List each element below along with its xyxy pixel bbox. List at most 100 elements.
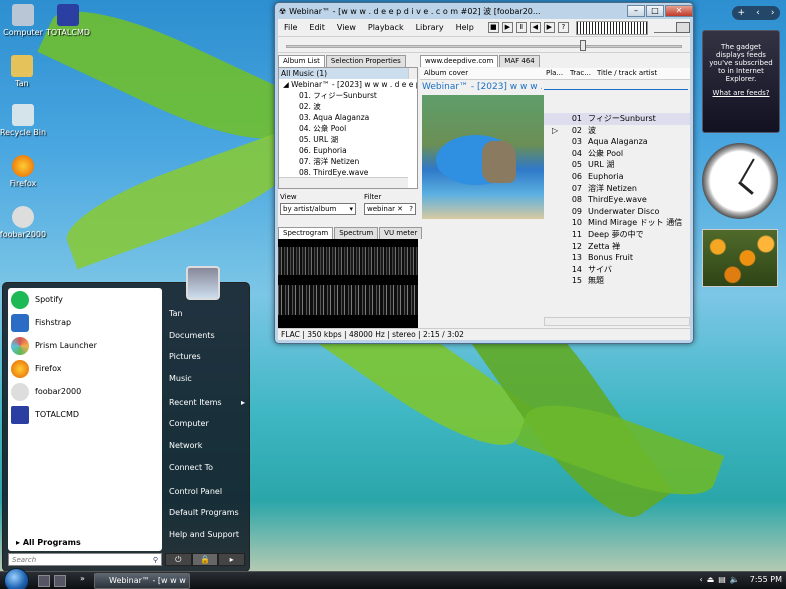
seekbar[interactable]	[278, 37, 690, 53]
program-spotify[interactable]: Spotify	[8, 288, 162, 311]
chevron-left-icon[interactable]: ‹	[756, 8, 760, 18]
table-row[interactable]: 03 Aqua Alaganza	[544, 136, 690, 148]
stop-icon[interactable]: ■	[487, 22, 499, 33]
view-dropdown[interactable]: by artist/album ▾	[280, 203, 356, 215]
previous-icon[interactable]: ◀	[529, 22, 541, 33]
column-playing[interactable]: Pla...	[546, 69, 563, 77]
tray-clock[interactable]: 7:55 PM	[750, 575, 782, 584]
start-item-default-programs[interactable]: Default Programs	[165, 502, 249, 524]
menu-playback[interactable]: Playback	[362, 23, 410, 32]
playlist-horizontal-scrollbar[interactable]	[544, 317, 690, 326]
column-album-cover[interactable]: Album cover	[424, 69, 468, 77]
start-item-music[interactable]: Music	[165, 368, 249, 390]
clear-icon[interactable]: ✕	[397, 204, 403, 215]
help-icon[interactable]: ?	[409, 204, 413, 215]
tree-item[interactable]: 02. 波	[279, 101, 417, 112]
start-item-user[interactable]: Tan	[165, 303, 249, 325]
menu-view[interactable]: View	[331, 23, 362, 32]
desktop-icon-foobar2000[interactable]: foobar2000	[0, 206, 53, 239]
table-row[interactable]: 09 Underwater Disco	[544, 206, 690, 218]
quick-launch-overflow-icon[interactable]: »	[80, 574, 85, 583]
volume-thumb[interactable]	[676, 21, 690, 33]
foobar-titlebar[interactable]: ☢ Webinar™ - [w w w . d e e p d i v e . …	[275, 3, 693, 19]
menu-file[interactable]: File	[278, 23, 303, 32]
tree-item[interactable]: 05. URL 湖	[279, 134, 417, 145]
seek-track[interactable]	[286, 45, 682, 48]
table-row[interactable]: 13 Bonus Fruit	[544, 252, 690, 264]
minimize-button[interactable]: –	[627, 5, 645, 17]
desktop-icon-totalcmd[interactable]: TOTALCMD	[38, 4, 98, 37]
program-foobar2000[interactable]: foobar2000	[8, 380, 162, 403]
table-row[interactable]: 15 無題	[544, 275, 690, 287]
foobar-window[interactable]: ☢ Webinar™ - [w w w . d e e p d i v e . …	[274, 2, 694, 344]
power-options-arrow-icon[interactable]: ▸	[218, 553, 246, 566]
feed-help-link[interactable]: What are feeds?	[707, 89, 775, 97]
column-title[interactable]: Title / track artist	[597, 69, 657, 77]
power-icon[interactable]: ⏻	[165, 553, 192, 566]
expand-icon[interactable]: ◢	[283, 80, 291, 89]
tab-spectrogram[interactable]: Spectrogram	[278, 227, 334, 239]
program-firefox[interactable]: Firefox	[8, 357, 162, 380]
tree-vertical-scrollbar[interactable]	[408, 68, 417, 79]
chevron-left-icon[interactable]: ‹	[699, 575, 702, 584]
tree-item[interactable]: 04. 公衆 Pool	[279, 123, 417, 134]
table-row[interactable]: 08 ThirdEye.wave	[544, 194, 690, 206]
start-item-computer[interactable]: Computer	[165, 413, 249, 435]
table-row[interactable]: 14 サイバ	[544, 264, 690, 276]
filter-input[interactable]: webinar ✕?	[364, 203, 416, 215]
play-icon[interactable]: ▶	[501, 22, 513, 33]
program-prism-launcher[interactable]: Prism Launcher	[8, 334, 162, 357]
volume-slider[interactable]	[653, 21, 690, 33]
start-item-help-and-support[interactable]: Help and Support	[165, 524, 249, 546]
start-item-connect-to[interactable]: Connect To	[165, 457, 249, 479]
table-row[interactable]: 04 公衆 Pool	[544, 148, 690, 160]
start-button[interactable]	[4, 568, 29, 589]
table-row[interactable]: 10 Mind Mirage ドット 通信	[544, 217, 690, 229]
safely-remove-icon[interactable]: ⏏	[707, 575, 715, 584]
table-row[interactable]: 07 溶洋 Netizen	[544, 183, 690, 195]
table-row[interactable]: ▷ 02 波	[544, 125, 690, 137]
tree-horizontal-scrollbar[interactable]	[279, 177, 408, 188]
volume-icon[interactable]: 🔈	[730, 575, 740, 584]
desktop-icon-tan[interactable]: Tan	[0, 55, 52, 88]
table-row[interactable]: 05 URL 湖	[544, 159, 690, 171]
desktop-icon-firefox[interactable]: Firefox	[0, 155, 53, 188]
tab-spectrum[interactable]: Spectrum	[334, 227, 379, 239]
table-row[interactable]: 06 Euphoria	[544, 171, 690, 183]
menu-edit[interactable]: Edit	[303, 23, 331, 32]
table-row[interactable]: 12 Zetta 禅	[544, 241, 690, 253]
tree-item[interactable]: 07. 溶洋 Netizen	[279, 156, 417, 167]
tree-item[interactable]: 01. フィジーSunburst	[279, 90, 417, 101]
pause-icon[interactable]: Ⅱ	[515, 22, 527, 33]
tree-item[interactable]: 03. Aqua Alaganza	[279, 112, 417, 123]
start-item-documents[interactable]: Documents	[165, 325, 249, 347]
taskbar-button-foobar[interactable]: Webinar™ - [w w w ...	[94, 573, 190, 589]
start-item-network[interactable]: Network	[165, 435, 249, 457]
close-button[interactable]: ✕	[665, 5, 693, 17]
program-totalcmd[interactable]: TOTALCMD	[8, 403, 162, 426]
start-item-pictures[interactable]: Pictures	[165, 346, 249, 368]
seek-thumb[interactable]	[580, 40, 586, 51]
tab-selection-properties[interactable]: Selection Properties	[325, 55, 406, 67]
next-icon[interactable]: ▶	[543, 22, 555, 33]
random-icon[interactable]: ?	[557, 22, 569, 33]
tab-playlist-deepdive[interactable]: www.deepdive.com	[420, 55, 499, 67]
album-tree[interactable]: All Music (1) ◢ Webinar™ - [2023] w w w …	[278, 67, 418, 189]
tab-album-list[interactable]: Album List	[278, 55, 325, 67]
table-row[interactable]: 01 フィジーSunburst	[544, 113, 690, 125]
tab-playlist-maf[interactable]: MAF 464	[499, 55, 540, 67]
menu-help[interactable]: Help	[450, 23, 480, 32]
column-track[interactable]: Trac...	[570, 69, 591, 77]
menu-library[interactable]: Library	[410, 23, 450, 32]
start-item-recent-items[interactable]: Recent Items ▸	[165, 392, 249, 414]
desktop-icon-recycle-bin[interactable]: Recycle Bin	[0, 104, 53, 137]
table-row[interactable]: 11 Deep 夢の中で	[544, 229, 690, 241]
tree-item[interactable]: All Music (1)	[279, 68, 417, 79]
program-fishstrap[interactable]: Fishstrap	[8, 311, 162, 334]
tree-item[interactable]: ◢ Webinar™ - [2023] w w w . d e e p d	[279, 79, 417, 90]
switch-windows-icon[interactable]	[54, 575, 66, 587]
maximize-button[interactable]: □	[646, 5, 664, 17]
start-search-input[interactable]: Search ⚲	[8, 553, 162, 566]
chevron-right-icon[interactable]: ›	[771, 8, 775, 18]
add-gadget-icon[interactable]: +	[738, 8, 746, 18]
